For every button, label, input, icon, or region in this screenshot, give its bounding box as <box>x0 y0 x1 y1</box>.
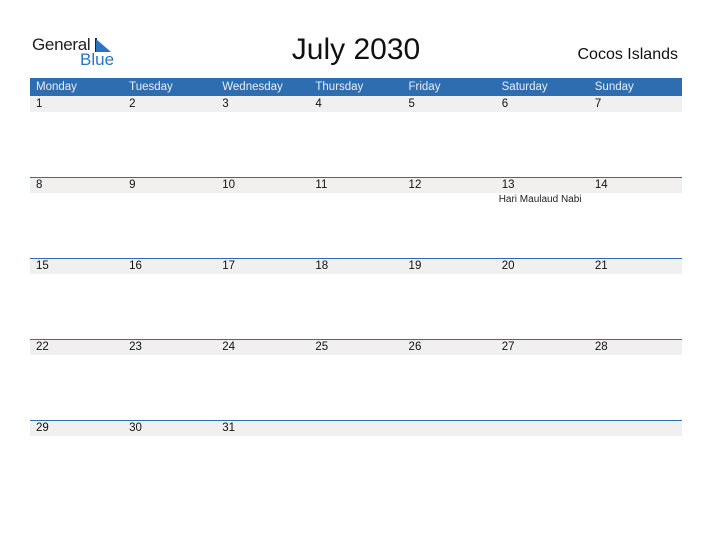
day-cell: 10 <box>216 177 309 258</box>
day-cell: 21 <box>589 258 682 339</box>
day-cell: 30 <box>123 420 216 501</box>
day-number: 11 <box>315 179 328 191</box>
country-label: Cocos Islands <box>577 46 679 63</box>
day-cell: 26 <box>403 339 496 420</box>
day-cell <box>496 420 589 501</box>
day-number: 26 <box>408 341 422 353</box>
day-number: 15 <box>36 260 49 272</box>
day-cell: 9 <box>123 177 216 258</box>
day-cell: 25 <box>309 339 402 420</box>
day-cell: 23 <box>123 339 216 420</box>
day-cell: 7 <box>589 96 682 177</box>
week-row: 22 23 24 25 26 27 28 <box>30 339 682 420</box>
day-number: 25 <box>315 341 329 353</box>
day-number: 12 <box>408 179 422 191</box>
weekday-friday: Friday <box>408 81 441 93</box>
day-cell: 29 <box>30 420 123 501</box>
day-number: 31 <box>222 422 236 434</box>
day-cell: 8 <box>30 177 123 258</box>
day-cell: 17 <box>216 258 309 339</box>
day-cell <box>309 420 402 501</box>
day-cell: 16 <box>123 258 216 339</box>
day-number: 21 <box>594 260 608 272</box>
day-number: 2 <box>129 98 136 110</box>
weekday-wednesday: Wednesday <box>222 81 283 93</box>
day-cell: 27 <box>496 339 589 420</box>
weekday-thursday: Thursday <box>315 81 364 93</box>
day-cell: 28 <box>589 339 682 420</box>
day-number: 30 <box>129 422 142 434</box>
weekday-tuesday: Tuesday <box>129 81 173 93</box>
day-number: 18 <box>315 260 329 272</box>
weekday-monday: Monday <box>36 81 77 93</box>
day-number: 9 <box>129 179 136 191</box>
day-cell <box>589 420 682 501</box>
day-number: 22 <box>36 341 49 353</box>
day-number: 16 <box>129 260 142 272</box>
day-number: 24 <box>222 341 236 353</box>
weekday-saturday: Saturday <box>501 81 548 93</box>
week-row: 1 2 3 4 5 6 7 <box>30 96 682 177</box>
day-cell <box>403 420 496 501</box>
day-cell: 11 <box>309 177 402 258</box>
day-cell: 24 <box>216 339 309 420</box>
week-row: 15 16 17 18 19 20 21 <box>30 258 682 339</box>
day-number: 23 <box>129 341 142 353</box>
day-number: 20 <box>501 260 515 272</box>
day-number: 3 <box>222 98 229 110</box>
day-cell: 22 <box>30 339 123 420</box>
day-cell: 3 <box>216 96 309 177</box>
day-cell: 4 <box>309 96 402 177</box>
day-cell: 20 <box>496 258 589 339</box>
day-cell: 13 Hari Maulaud Nabi <box>496 177 589 258</box>
day-cell: 12 <box>403 177 496 258</box>
weekday-sunday: Sunday <box>594 81 634 93</box>
holiday-label: Hari Maulaud Nabi <box>498 194 582 205</box>
day-number: 13 <box>501 179 515 191</box>
day-number: 1 <box>36 98 43 110</box>
day-number: 28 <box>594 341 608 353</box>
day-number: 6 <box>501 98 509 110</box>
weekday-header: Monday Tuesday Wednesday Thursday Friday… <box>30 78 682 96</box>
week-row: 29 30 31 <box>30 420 682 501</box>
day-number: 5 <box>408 98 415 110</box>
day-number: 29 <box>36 422 49 434</box>
day-cell: 2 <box>123 96 216 177</box>
day-cell: 15 <box>30 258 123 339</box>
day-cell: 19 <box>403 258 496 339</box>
day-number: 7 <box>594 98 602 110</box>
day-cell: 5 <box>403 96 496 177</box>
week-row: 8 9 10 11 12 13 Hari Maulaud Nabi 14 <box>30 177 682 258</box>
day-number: 8 <box>36 179 43 191</box>
day-number: 19 <box>408 260 422 272</box>
day-number: 27 <box>501 341 515 353</box>
day-cell: 6 <box>496 96 589 177</box>
day-cell: 18 <box>309 258 402 339</box>
day-number: 10 <box>222 179 236 191</box>
day-number: 4 <box>315 98 322 110</box>
day-number: 14 <box>594 179 608 191</box>
day-cell: 14 <box>589 177 682 258</box>
day-cell: 1 <box>30 96 123 177</box>
day-number: 17 <box>222 260 236 272</box>
day-cell: 31 <box>216 420 309 501</box>
